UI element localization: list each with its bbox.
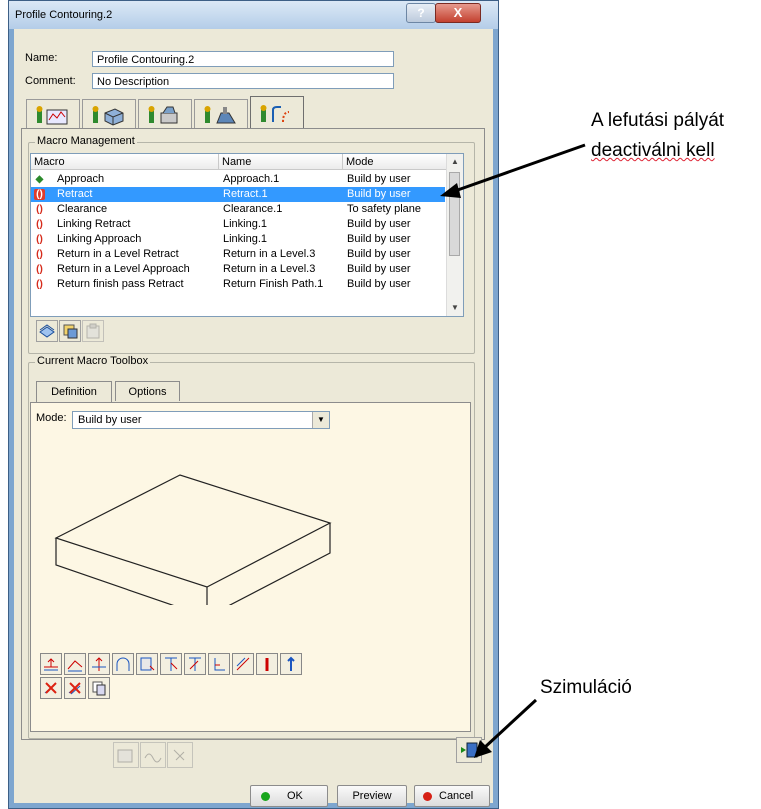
arrow-to-retract: [440, 143, 586, 198]
annotation-arrows: [440, 143, 586, 758]
arrow-to-simulation: [474, 698, 538, 758]
